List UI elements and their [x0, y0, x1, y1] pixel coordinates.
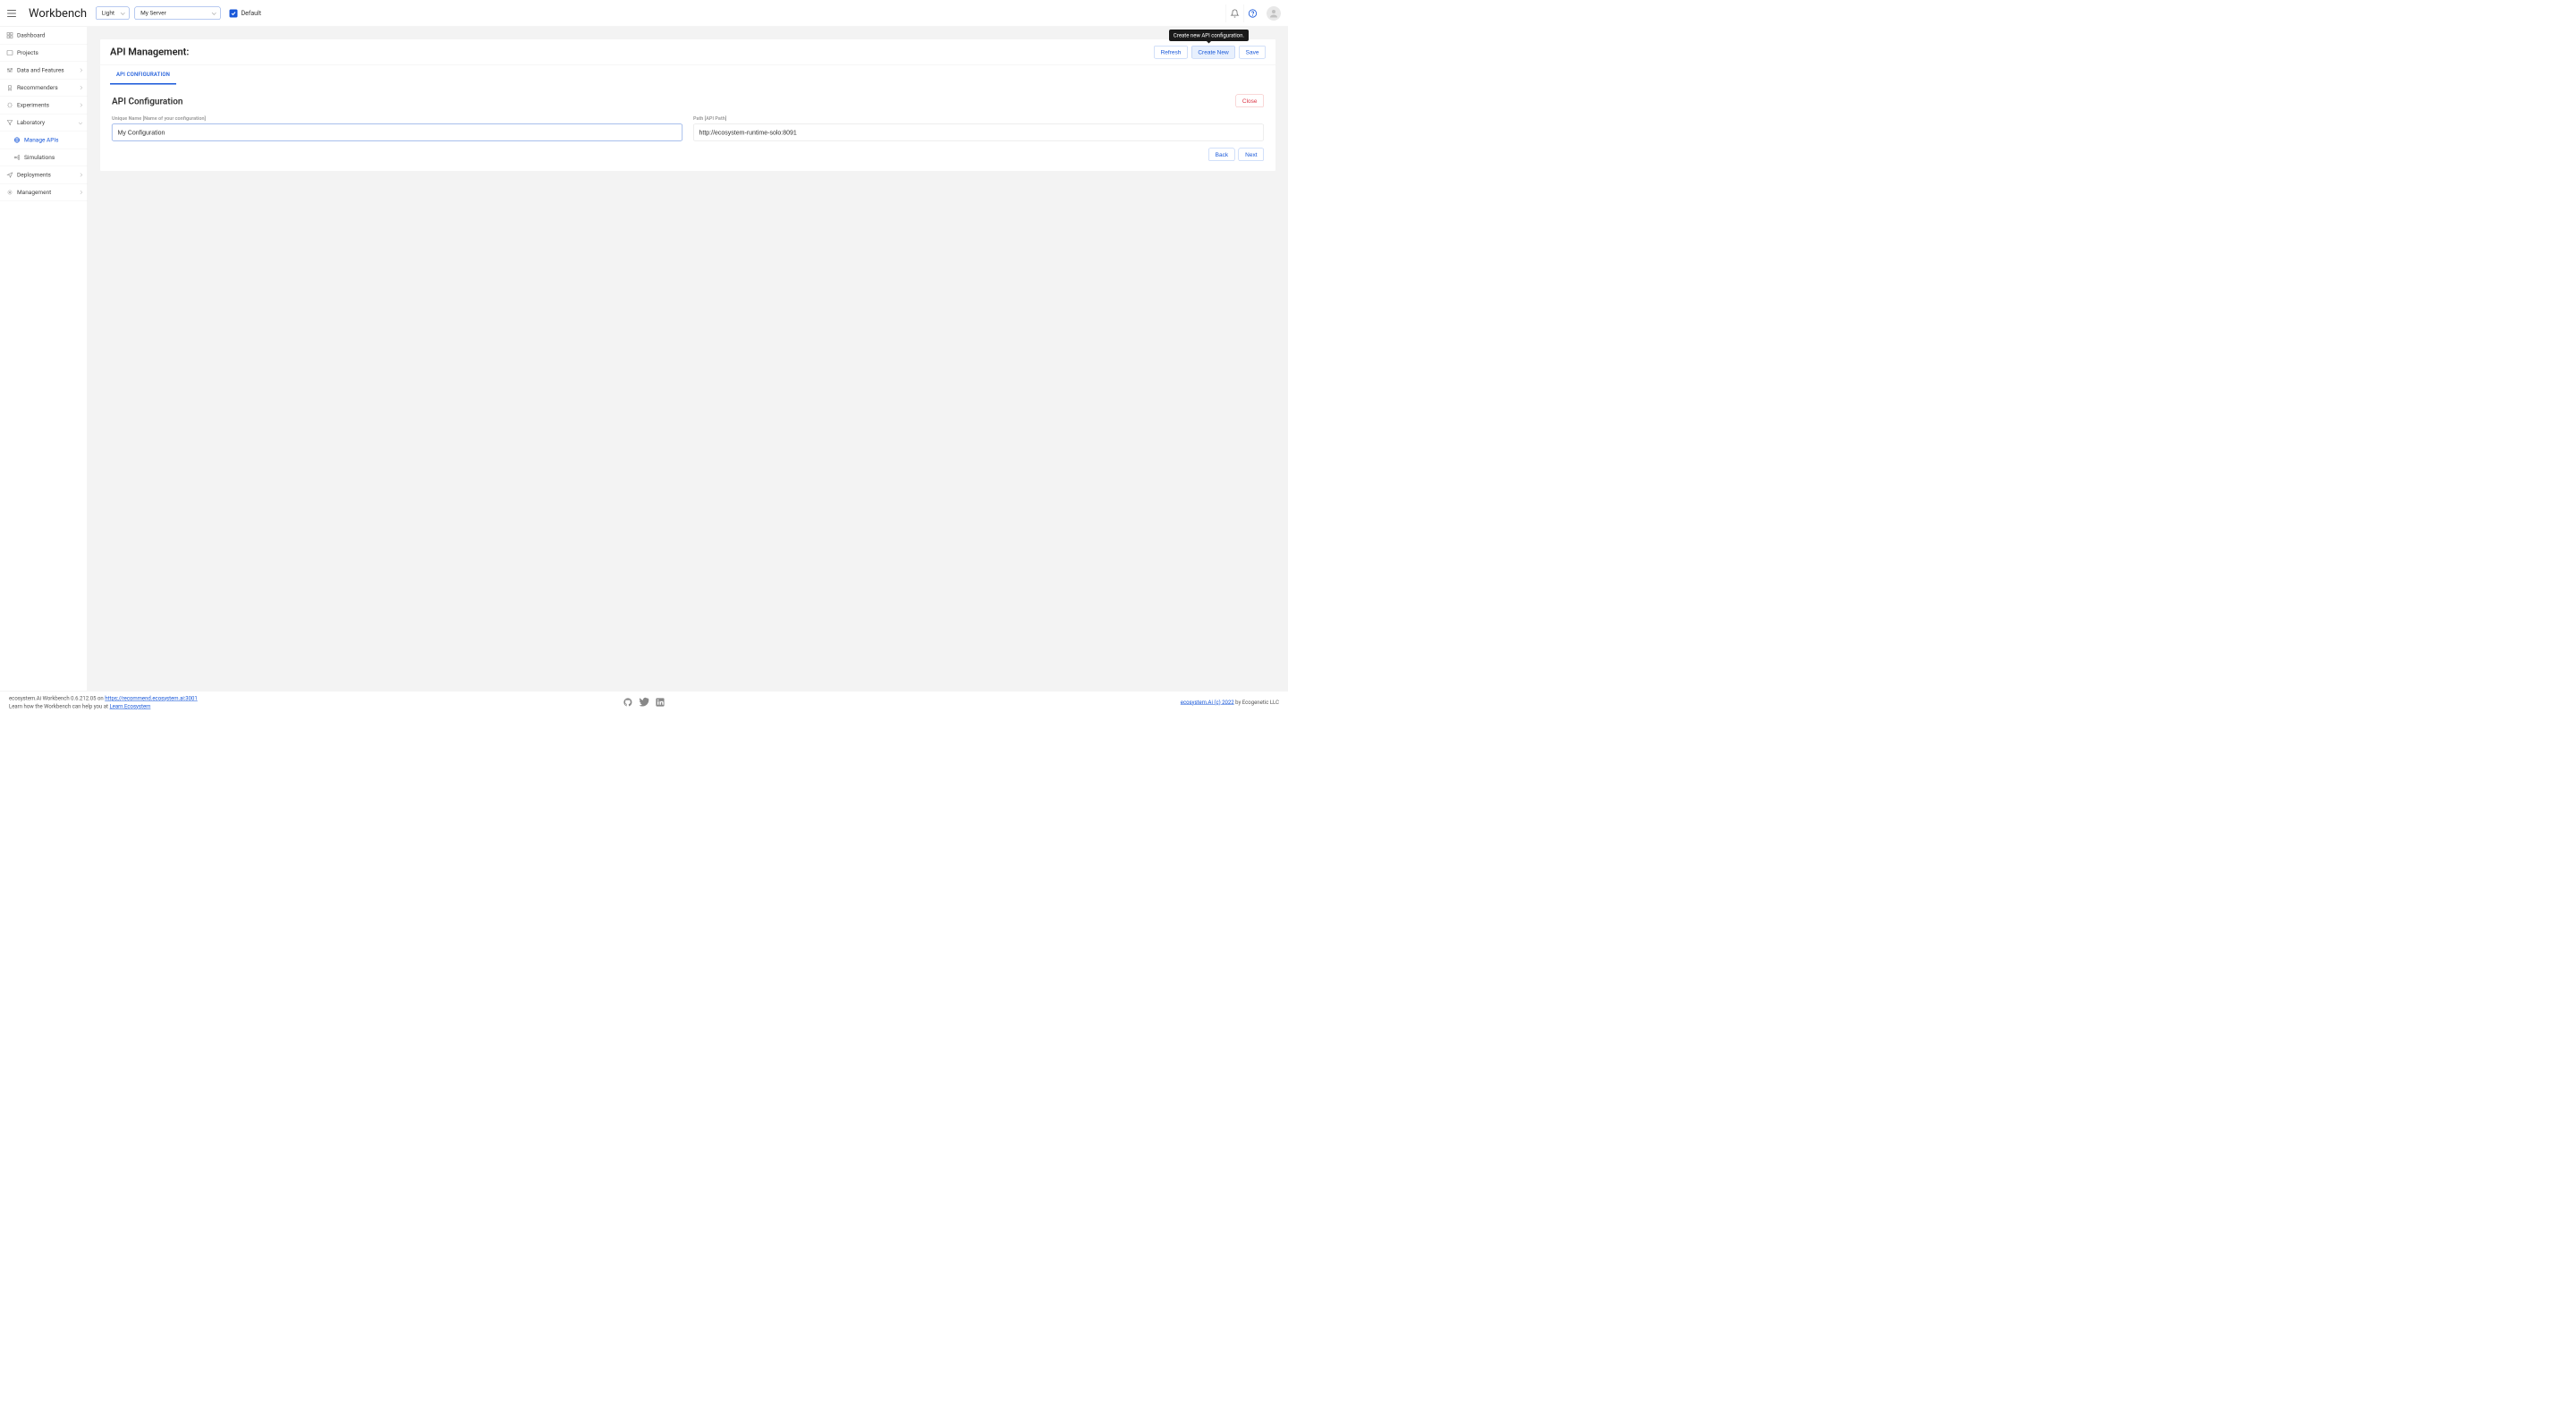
sidebar-label: Laboratory [17, 119, 45, 126]
path-label: Path [API Path] [693, 115, 1264, 122]
sidebar-label: Management [17, 189, 51, 196]
linkedin-icon[interactable] [656, 697, 665, 707]
github-icon[interactable] [623, 697, 633, 707]
create-new-tooltip: Create new API configuration. [1169, 30, 1249, 41]
sidebar: Dashboard Projects Data and Features Rec… [0, 27, 88, 691]
sidebar-label: Dashboard [17, 32, 45, 39]
default-label: Default [242, 10, 261, 17]
default-checkbox[interactable] [230, 9, 238, 17]
sidebar-label: Deployments [17, 172, 51, 179]
server-select[interactable]: My Server [135, 7, 221, 21]
nodes-icon [13, 154, 21, 161]
badge-icon [6, 84, 13, 91]
sidebar-item-experiments[interactable]: Experiments [0, 97, 88, 115]
help-button[interactable] [1243, 4, 1261, 22]
filter-icon [6, 119, 13, 126]
sliders-icon [6, 67, 13, 74]
page-title: API Management: [110, 47, 189, 58]
grid-icon [6, 32, 13, 39]
sidebar-label: Experiments [17, 102, 49, 109]
menu-toggle[interactable] [7, 10, 16, 17]
unique-name-label: Unique Name [Name of your configuration] [112, 115, 682, 122]
help-icon [1248, 9, 1257, 18]
twitter-icon[interactable] [640, 697, 649, 707]
sidebar-label: Projects [17, 49, 38, 56]
footer-copyright-link[interactable]: ecosystem.Ai (c) 2022 [1181, 699, 1234, 705]
unique-name-input[interactable] [112, 124, 682, 141]
chevron-right-icon [79, 191, 82, 194]
chevron-right-icon [79, 68, 82, 72]
save-button[interactable]: Save [1239, 46, 1266, 59]
chevron-right-icon [79, 86, 82, 89]
user-icon [1268, 8, 1279, 19]
chevron-right-icon [79, 103, 82, 106]
section-title: API Configuration [112, 96, 182, 106]
back-button[interactable]: Back [1208, 149, 1234, 162]
sidebar-label: Recommenders [17, 84, 58, 91]
create-new-button[interactable]: Create New [1191, 46, 1235, 59]
tab-api-configuration[interactable]: API CONFIGURATION [110, 65, 176, 85]
sidebar-label: Manage APIs [24, 137, 59, 144]
sidebar-item-management[interactable]: Management [0, 184, 88, 202]
check-icon [231, 11, 236, 16]
next-button[interactable]: Next [1239, 149, 1264, 162]
refresh-button[interactable]: Refresh [1154, 46, 1188, 59]
brand-title: Workbench [29, 6, 87, 20]
bell-icon [1230, 9, 1239, 18]
sidebar-item-deployments[interactable]: Deployments [0, 166, 88, 184]
user-avatar[interactable] [1267, 6, 1281, 21]
footer-server-link[interactable]: https://recommend.ecosystem.ai:3001 [105, 695, 198, 701]
globe-icon [13, 137, 21, 144]
sidebar-label: Simulations [24, 154, 55, 161]
notifications-button[interactable] [1225, 4, 1243, 22]
chevron-right-icon [79, 173, 82, 176]
server-select-value: My Server [140, 10, 166, 17]
footer-version-text: ecosystem.Ai Workbench 0.6.212.05 on [9, 695, 105, 701]
footer-learn-text: Learn how the Workbench can help you at [9, 703, 109, 709]
path-input[interactable] [693, 124, 1264, 141]
footer-learn-link[interactable]: Learn.Ecosystem [109, 703, 150, 709]
sidebar-item-dashboard[interactable]: Dashboard [0, 27, 88, 45]
footer-company-text: by Ecogenetic LLC [1234, 699, 1279, 705]
chevron-down-icon [79, 121, 82, 124]
spinner-icon [6, 102, 13, 109]
send-icon [6, 172, 13, 179]
sidebar-item-laboratory[interactable]: Laboratory [0, 115, 88, 132]
gear-icon [6, 189, 13, 196]
close-button[interactable]: Close [1235, 95, 1264, 108]
theme-select-value: Light [102, 10, 114, 17]
sidebar-item-recommenders[interactable]: Recommenders [0, 80, 88, 98]
sidebar-item-manage-apis[interactable]: Manage APIs [0, 132, 88, 149]
folder-icon [6, 49, 13, 56]
sidebar-item-projects[interactable]: Projects [0, 45, 88, 63]
theme-select[interactable]: Light [96, 7, 130, 21]
sidebar-item-data-features[interactable]: Data and Features [0, 62, 88, 80]
sidebar-label: Data and Features [17, 67, 64, 74]
sidebar-item-simulations[interactable]: Simulations [0, 149, 88, 167]
